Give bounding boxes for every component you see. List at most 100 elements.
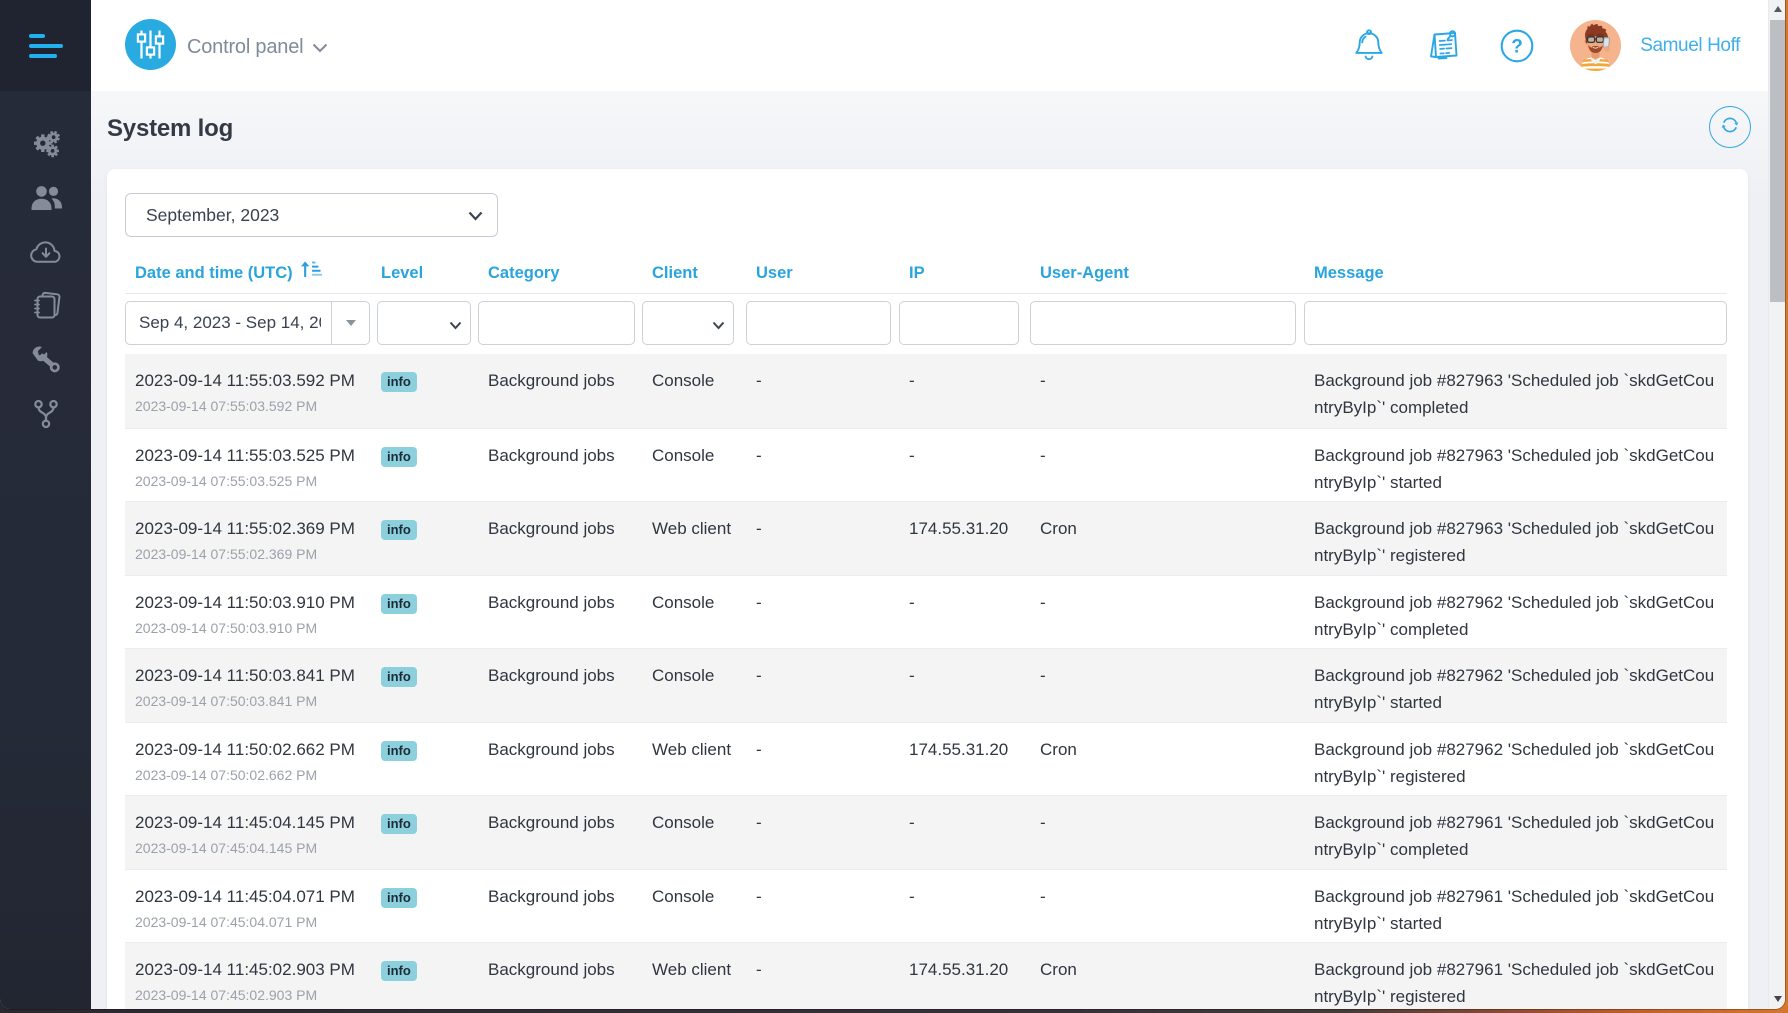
bell-icon[interactable] (1354, 29, 1384, 63)
level-badge: info (381, 814, 417, 834)
cell-category: Background jobs (478, 723, 642, 796)
time-local: 2023-09-14 07:55:02.369 PM (135, 544, 365, 565)
log-row[interactable]: 2023-09-14 11:45:04.145 PM 2023-09-14 07… (125, 795, 1727, 869)
user-avatar[interactable] (1570, 20, 1621, 71)
column-header-ip[interactable]: IP (899, 264, 1030, 283)
git-branch-icon (33, 399, 59, 429)
sidebar-item-logs[interactable] (0, 279, 91, 333)
log-row[interactable]: 2023-09-14 11:45:04.071 PM 2023-09-14 07… (125, 869, 1727, 943)
time-local: 2023-09-14 07:45:04.071 PM (135, 912, 365, 933)
cell-user-agent: - (1030, 796, 1304, 869)
column-header-user-agent[interactable]: User-Agent (1030, 264, 1304, 283)
user-name[interactable]: Samuel Hoff (1640, 35, 1740, 57)
cell-date: 2023-09-14 11:55:03.525 PM 2023-09-14 07… (125, 429, 377, 502)
message-filter-input[interactable] (1304, 301, 1727, 345)
client-filter-wrap (642, 301, 734, 345)
refresh-button[interactable] (1709, 106, 1751, 148)
brand[interactable]: Control panel (125, 19, 328, 75)
category-filter-input[interactable] (478, 301, 635, 345)
month-select[interactable]: September, 2023 (125, 193, 498, 237)
cell-user-agent: Cron (1030, 943, 1304, 1009)
sidebar-item-settings[interactable] (0, 117, 91, 171)
month-select-wrap: September, 2023 (125, 193, 498, 237)
sidebar-item-downloads[interactable] (0, 225, 91, 279)
notebook-icon (30, 291, 62, 321)
column-header-message[interactable]: Message (1304, 264, 1727, 283)
cell-message: Background job #827961 'Scheduled job `s… (1304, 943, 1727, 1009)
cell-category: Background jobs (478, 576, 642, 649)
cell-client: Console (642, 649, 746, 722)
cell-user-agent: - (1030, 429, 1304, 502)
date-range-input[interactable] (125, 301, 331, 345)
cell-user-agent: - (1030, 576, 1304, 649)
log-row[interactable]: 2023-09-14 11:50:03.841 PM 2023-09-14 07… (125, 648, 1727, 722)
time-local: 2023-09-14 07:50:03.910 PM (135, 618, 365, 639)
scrollbar-thumb[interactable] (1770, 20, 1785, 302)
cell-level: info (377, 870, 478, 943)
cell-user-agent: Cron (1030, 502, 1304, 575)
time-utc: 2023-09-14 11:55:03.525 PM (135, 442, 365, 469)
cell-ip: - (899, 870, 1030, 943)
column-header-date[interactable]: Date and time (UTC) (125, 263, 377, 284)
level-badge: info (381, 447, 417, 467)
cell-level: info (377, 649, 478, 722)
log-row[interactable]: 2023-09-14 11:45:02.903 PM 2023-09-14 07… (125, 942, 1727, 1009)
time-local: 2023-09-14 07:50:03.841 PM (135, 691, 365, 712)
level-filter-select[interactable] (377, 301, 471, 345)
column-header-level[interactable]: Level (377, 264, 478, 283)
cell-client: Console (642, 870, 746, 943)
cell-user: - (746, 796, 899, 869)
level-badge: info (381, 667, 417, 687)
cell-client: Console (642, 796, 746, 869)
scroll-down-button[interactable] (1769, 990, 1785, 1007)
svg-text:?: ? (1511, 36, 1523, 57)
cloud-download-icon (29, 240, 63, 265)
column-header-client[interactable]: Client (642, 264, 746, 283)
sidebar-item-tools[interactable] (0, 333, 91, 387)
cell-message: Background job #827962 'Scheduled job `s… (1304, 649, 1727, 722)
sort-ascending-icon (300, 261, 322, 284)
date-range-dropdown-button[interactable] (331, 301, 370, 345)
log-row[interactable]: 2023-09-14 11:50:03.910 PM 2023-09-14 07… (125, 575, 1727, 649)
browser-window: Control panel (0, 0, 1785, 1009)
cell-user-agent: - (1030, 649, 1304, 722)
table-header-row: Date and time (UTC) (125, 254, 1727, 293)
menu-icon[interactable] (29, 34, 63, 58)
ip-filter-input[interactable] (899, 301, 1019, 345)
user-agent-filter-input[interactable] (1030, 301, 1296, 345)
scroll-up-button[interactable] (1769, 0, 1785, 17)
cell-message: Background job #827963 'Scheduled job `s… (1304, 354, 1727, 428)
notes-icon[interactable] (1425, 29, 1461, 63)
cell-date: 2023-09-14 11:55:03.592 PM 2023-09-14 07… (125, 354, 377, 428)
client-filter-select[interactable] (642, 301, 734, 345)
log-row[interactable]: 2023-09-14 11:55:03.525 PM 2023-09-14 07… (125, 428, 1727, 502)
sidebar-item-integrations[interactable] (0, 387, 91, 441)
log-row[interactable]: 2023-09-14 11:55:02.369 PM 2023-09-14 07… (125, 501, 1727, 575)
caret-down-icon (346, 320, 356, 326)
log-row[interactable]: 2023-09-14 11:50:02.662 PM 2023-09-14 07… (125, 722, 1727, 796)
cell-user: - (746, 723, 899, 796)
cell-user-agent: - (1030, 870, 1304, 943)
cell-category: Background jobs (478, 649, 642, 722)
sliders-icon (125, 19, 176, 75)
vertical-scrollbar[interactable] (1768, 0, 1785, 1009)
cell-client: Web client (642, 502, 746, 575)
cell-category: Background jobs (478, 796, 642, 869)
help-icon[interactable]: ? (1500, 29, 1534, 63)
user-filter-input[interactable] (746, 301, 891, 345)
time-utc: 2023-09-14 11:55:02.369 PM (135, 515, 365, 542)
app-title: Control panel (187, 36, 303, 59)
wrench-icon (30, 344, 62, 376)
users-icon (29, 185, 63, 211)
cell-category: Background jobs (478, 354, 642, 428)
sidebar-item-users[interactable] (0, 171, 91, 225)
level-filter-wrap (377, 301, 471, 345)
log-row[interactable]: 2023-09-14 11:55:03.592 PM 2023-09-14 07… (125, 354, 1727, 428)
cell-date: 2023-09-14 11:45:02.903 PM 2023-09-14 07… (125, 943, 377, 1009)
cell-ip: 174.55.31.20 (899, 943, 1030, 1009)
time-utc: 2023-09-14 11:55:03.592 PM (135, 367, 365, 394)
cell-message: Background job #827962 'Scheduled job `s… (1304, 723, 1727, 796)
column-header-user[interactable]: User (746, 264, 899, 283)
sidebar-nav (0, 117, 91, 441)
column-header-category[interactable]: Category (478, 264, 642, 283)
